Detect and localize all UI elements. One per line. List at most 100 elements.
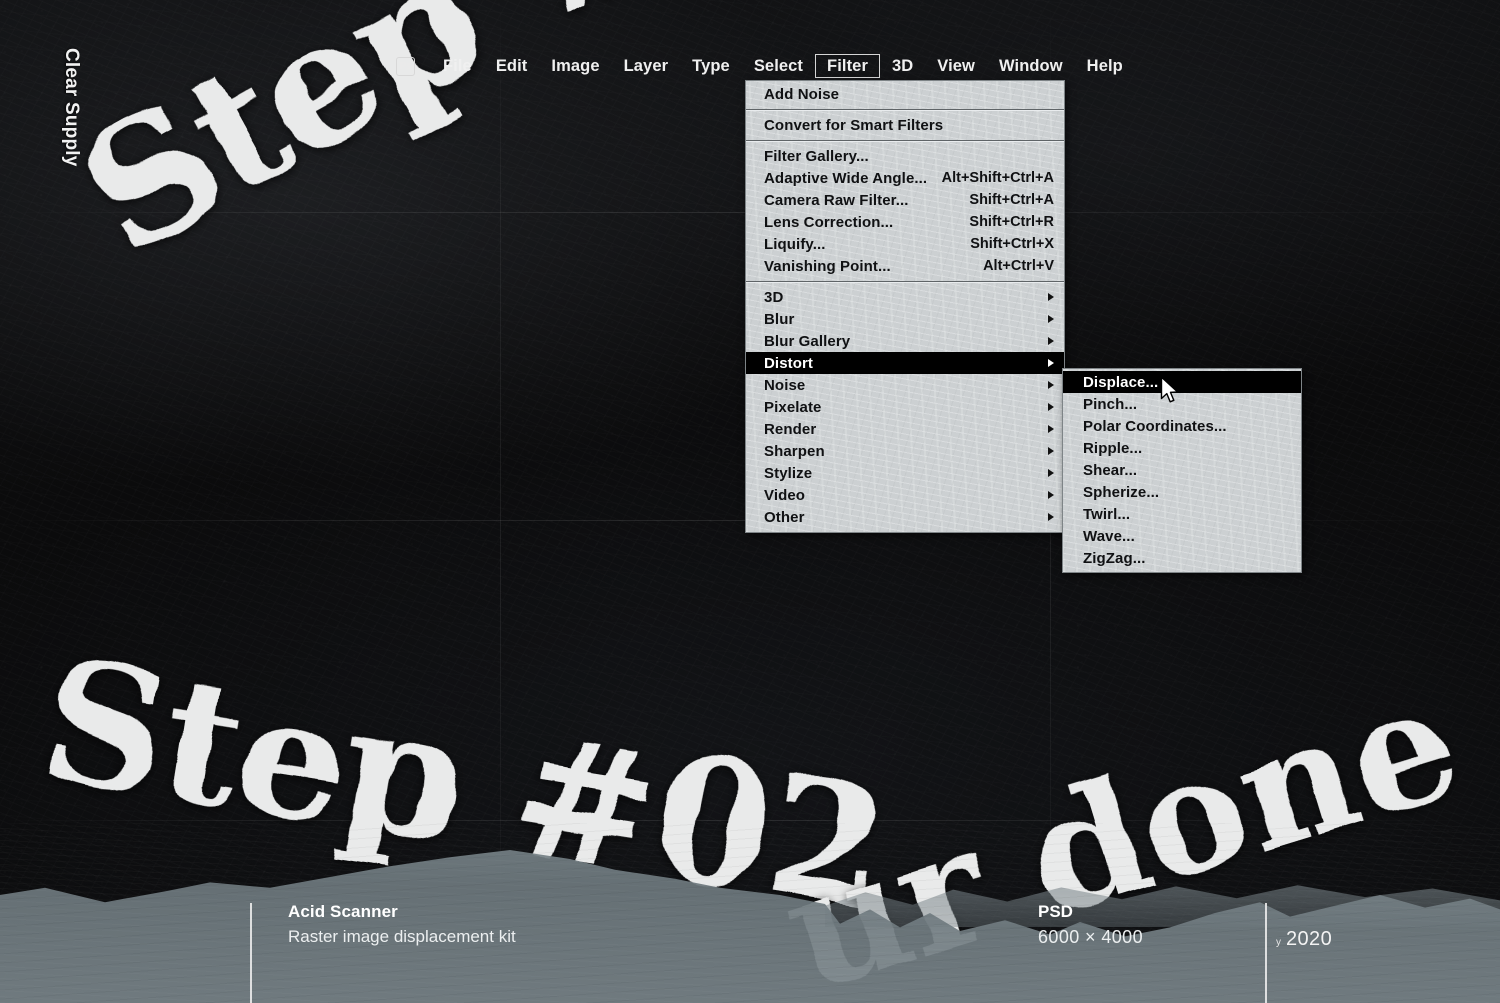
menu-item-vanishing-point[interactable]: Vanishing Point... Alt+Ctrl+V	[746, 255, 1064, 277]
menubar-item-help[interactable]: Help	[1075, 54, 1135, 79]
menu-item-label: Camera Raw Filter...	[764, 191, 909, 209]
photoshop-menubar: Ps File Edit Image Layer Type Select Filter 3D V…	[396, 53, 1135, 79]
footer-divider-left	[250, 903, 252, 1003]
year-value: 2020	[1286, 928, 1333, 950]
menu-item-shortcut: Shift+Ctrl+R	[969, 214, 1054, 230]
menu-item-label: Adaptive Wide Angle...	[764, 169, 928, 187]
menubar-item-filter[interactable]: Filter	[815, 53, 880, 79]
menu-item-label: Pixelate	[764, 398, 822, 416]
menu-item-blur[interactable]: Blur	[746, 308, 1064, 330]
submenu-arrow-icon	[1048, 403, 1054, 411]
footer-format-info: PSD 6000 × 4000	[1038, 901, 1143, 949]
submenu-arrow-icon	[1048, 337, 1054, 345]
product-title: Acid Scanner	[288, 902, 398, 921]
filter-dropdown-menu[interactable]: Add Noise Convert for Smart Filters Filter…	[745, 80, 1065, 533]
product-subtitle: Raster image displacement kit	[288, 926, 516, 946]
menu-separator	[746, 140, 1064, 141]
menu-item-label: Sharpen	[764, 442, 825, 460]
submenu-item-label: Pinch...	[1083, 395, 1138, 413]
format-dimensions: 6000 × 4000	[1038, 926, 1143, 947]
submenu-item-label: Polar Coordinates...	[1083, 417, 1227, 435]
menu-item-label: Distort	[764, 354, 814, 372]
menu-item-noise[interactable]: Noise	[746, 374, 1064, 396]
menubar-items: File Edit Image Layer Type Select Filter 3D View…	[431, 53, 1135, 79]
submenu-item-label: Shear...	[1083, 461, 1138, 479]
menu-item-other[interactable]: Other	[746, 506, 1064, 528]
menu-item-3d[interactable]: 3D	[746, 286, 1064, 308]
menu-item-label: Stylize	[764, 464, 813, 482]
menu-item-shortcut: Shift+Ctrl+A	[969, 192, 1054, 208]
menu-separator	[746, 109, 1064, 110]
submenu-item-label: Wave...	[1083, 527, 1135, 545]
menu-item-label: Add Noise	[764, 85, 840, 103]
submenu-arrow-icon	[1048, 425, 1054, 433]
distort-submenu[interactable]: Displace... Pinch... Polar Coordinates... R…	[1062, 368, 1302, 573]
menu-item-label: Noise	[764, 376, 806, 394]
menu-item-video[interactable]: Video	[746, 484, 1064, 506]
menu-item-shortcut: Shift+Ctrl+X	[970, 236, 1054, 252]
menu-item-label: Blur	[764, 310, 795, 328]
submenu-arrow-icon	[1048, 447, 1054, 455]
menu-item-distort[interactable]: Distort	[746, 352, 1064, 374]
menubar-item-view[interactable]: View	[925, 54, 987, 79]
menu-item-blur-gallery[interactable]: Blur Gallery	[746, 330, 1064, 352]
filter-menu-body: Add Noise Convert for Smart Filters Filter…	[746, 83, 1064, 528]
poster-canvas: Clear Supply Step #01 Step #02 ur done A…	[0, 0, 1500, 1003]
format-label: PSD	[1038, 902, 1073, 921]
submenu-item-shear[interactable]: Shear...	[1063, 459, 1301, 481]
menu-item-pixelate[interactable]: Pixelate	[746, 396, 1064, 418]
submenu-item-spherize[interactable]: Spherize...	[1063, 481, 1301, 503]
menu-item-label: Render	[764, 420, 817, 438]
year-mark: y	[1276, 937, 1281, 948]
distort-submenu-body: Displace... Pinch... Polar Coordinates... R…	[1063, 371, 1301, 569]
menubar-item-window[interactable]: Window	[987, 54, 1075, 79]
menu-item-filter-gallery[interactable]: Filter Gallery...	[746, 145, 1064, 167]
submenu-item-polar-coordinates[interactable]: Polar Coordinates...	[1063, 415, 1301, 437]
menu-item-label: Filter Gallery...	[764, 147, 869, 165]
submenu-item-twirl[interactable]: Twirl...	[1063, 503, 1301, 525]
menu-item-shortcut: Alt+Ctrl+V	[983, 258, 1054, 274]
menu-item-label: Vanishing Point...	[764, 257, 891, 275]
menu-item-liquify[interactable]: Liquify... Shift+Ctrl+X	[746, 233, 1064, 255]
menu-item-sharpen[interactable]: Sharpen	[746, 440, 1064, 462]
menubar-item-select[interactable]: Select	[742, 54, 815, 79]
submenu-item-zigzag[interactable]: ZigZag...	[1063, 547, 1301, 569]
photoshop-app-icon[interactable]: Ps	[396, 56, 415, 76]
menu-item-label: Liquify...	[764, 235, 826, 253]
submenu-item-label: ZigZag...	[1083, 549, 1146, 567]
submenu-item-ripple[interactable]: Ripple...	[1063, 437, 1301, 459]
menu-item-render[interactable]: Render	[746, 418, 1064, 440]
menu-item-label: Lens Correction...	[764, 213, 894, 231]
menubar-item-type[interactable]: Type	[680, 54, 742, 79]
menubar-item-3d[interactable]: 3D	[880, 54, 925, 79]
submenu-arrow-icon	[1048, 359, 1054, 367]
menubar-item-layer[interactable]: Layer	[612, 54, 681, 79]
submenu-item-label: Displace...	[1083, 373, 1159, 391]
menu-item-convert-for-smart-filters[interactable]: Convert for Smart Filters	[746, 114, 1064, 136]
submenu-arrow-icon	[1048, 315, 1054, 323]
submenu-arrow-icon	[1048, 469, 1054, 477]
submenu-arrow-icon	[1048, 491, 1054, 499]
menu-item-stylize[interactable]: Stylize	[746, 462, 1064, 484]
menu-item-shortcut: Alt+Shift+Ctrl+A	[941, 170, 1054, 186]
menu-item-add-noise[interactable]: Add Noise	[746, 83, 1064, 105]
menu-item-camera-raw-filter[interactable]: Camera Raw Filter... Shift+Ctrl+A	[746, 189, 1064, 211]
submenu-item-pinch[interactable]: Pinch...	[1063, 393, 1301, 415]
footer-divider-right	[1265, 903, 1267, 1003]
menu-item-label: Other	[764, 508, 805, 526]
submenu-item-displace[interactable]: Displace...	[1063, 371, 1301, 393]
footer-product-info: Acid Scanner Raster image displacement k…	[288, 901, 516, 949]
submenu-arrow-icon	[1048, 293, 1054, 301]
footer-year: y 2020	[1276, 926, 1332, 953]
menubar-item-image[interactable]: Image	[539, 54, 611, 79]
menu-separator	[746, 281, 1064, 282]
menu-item-lens-correction[interactable]: Lens Correction... Shift+Ctrl+R	[746, 211, 1064, 233]
submenu-item-label: Ripple...	[1083, 439, 1143, 457]
menubar-item-edit[interactable]: Edit	[484, 54, 540, 79]
submenu-arrow-icon	[1048, 513, 1054, 521]
submenu-item-wave[interactable]: Wave...	[1063, 525, 1301, 547]
menu-item-label: Convert for Smart Filters	[764, 116, 944, 134]
menu-item-adaptive-wide-angle[interactable]: Adaptive Wide Angle... Alt+Shift+Ctrl+A	[746, 167, 1064, 189]
menubar-item-file[interactable]: File	[431, 54, 484, 79]
menu-item-label: Video	[764, 486, 806, 504]
